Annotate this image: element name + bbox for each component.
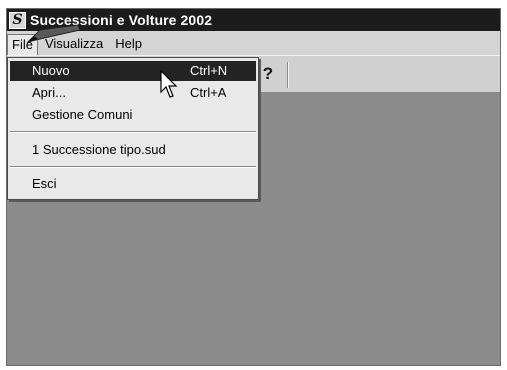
- menu-item-label: Gestione Comuni: [32, 107, 133, 122]
- menu-item-label: Apri...: [32, 85, 66, 100]
- menu-item-esci[interactable]: Esci: [10, 174, 256, 194]
- menu-separator: [10, 166, 256, 168]
- pen-icon: [26, 24, 81, 43]
- menu-help[interactable]: Help: [110, 36, 147, 51]
- menu-item-label: Nuovo: [32, 63, 70, 78]
- menu-item-apri[interactable]: Apri... Ctrl+A: [10, 83, 256, 103]
- app-icon[interactable]: S: [9, 11, 26, 29]
- menu-item-shortcut: Ctrl+A: [190, 85, 227, 100]
- toolbar-separator: [287, 62, 289, 88]
- menu-item-nuovo[interactable]: Nuovo Ctrl+N: [10, 61, 256, 81]
- help-question-icon[interactable]: ?: [257, 63, 279, 85]
- menu-separator: [10, 131, 256, 133]
- mouse-pointer-icon: [160, 70, 178, 98]
- file-menu-dropdown: Nuovo Ctrl+N Apri... Ctrl+A Gestione Com…: [7, 57, 259, 200]
- menu-item-shortcut: Ctrl+N: [190, 63, 228, 78]
- menu-item-label: Esci: [32, 176, 57, 191]
- menu-item-gestione-comuni[interactable]: Gestione Comuni: [10, 105, 256, 125]
- menu-item-label: 1 Successione tipo.sud: [32, 142, 166, 157]
- menu-item-recent-file[interactable]: 1 Successione tipo.sud: [10, 140, 256, 160]
